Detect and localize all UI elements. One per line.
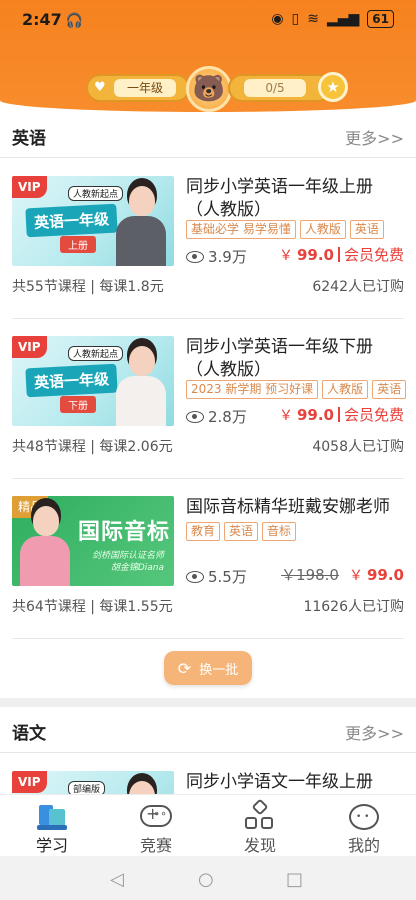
course-tags: 基础必学 易学易懂 人教版 英语 [186,220,412,239]
nav-item-contest[interactable]: 竞赛 [104,795,208,856]
view-count: 5.5万 [186,566,247,587]
lesson-info: 共48节课程 | 每课2.06元 [12,439,173,455]
member-free-label: 会员免费 [343,246,404,264]
books-icon [37,801,67,830]
signal-icon: ▂▄▆ [326,11,360,27]
status-bar: 2:47 🎧 ◉ ▯ ≋ ▂▄▆ 61 [0,0,416,40]
course-card[interactable]: VIP 人教新起点 英语一年级 上册 同步小学英语一年级上册（人教版） 基础必学… [0,176,416,318]
header: 2:47 🎧 ◉ ▯ ≋ ▂▄▆ 61 ♥ 一年级 🐻 0/5 ★ [0,0,416,112]
teacher-photo [112,344,170,426]
teacher-photo [16,504,74,586]
thumbnail-volume: 下册 [60,396,96,413]
wifi-icon: ≋ [307,11,319,27]
thumbnail-headline: 英语一年级 [25,203,118,238]
app-screen: 2:47🎧 ◉ ▯ ≋ ▂▄▆ 61 ♥ 一年级 🐻 0/5 ★ 英语 更多> [0,0,416,900]
tag-chip: 人教版 [299,220,346,239]
bear-profile-icon [347,801,381,830]
course-title[interactable]: 同步小学英语一年级上册（人教版） [186,176,406,222]
divider [12,638,404,639]
member-free-label: 会员免费 [343,406,404,424]
bottom-nav: 学习 竞赛 发现 我的 [0,794,416,856]
eye-comfort-icon: ◉ [271,11,284,27]
course-thumbnail[interactable]: VIP 人教新起点 英语一年级 下册 [12,336,174,426]
vibrate-icon: ▯ [291,11,300,27]
view-count: 3.9万 [186,246,247,267]
grade-selector[interactable]: ♥ 一年级 [86,74,190,102]
course-title[interactable]: 国际音标精华班戴安娜老师 [186,496,406,519]
status-icons: ◉ ▯ ≋ ▂▄▆ 61 [271,10,394,28]
subscriber-count: 11626人已订购 [303,599,404,615]
section-title: 语文 [12,724,46,744]
course-thumbnail[interactable]: 精品 国际音标 剑桥国际认证名师 胡金锦Diana [12,496,174,586]
tag-chip: 人教版 [322,380,369,399]
system-navigation-bar: ◁ ○ □ [0,856,416,900]
tag-chip: 音标 [262,522,297,541]
vip-badge: VIP [12,176,47,198]
course-card[interactable]: 精品 国际音标 剑桥国际认证名师 胡金锦Diana 国际音标精华班戴安娜老师 教育… [0,496,416,638]
view-count: 2.8万 [186,406,247,427]
section-spacer [0,698,416,707]
divider [12,478,404,479]
status-time: 2:47 🎧 [22,10,83,29]
lesson-info: 共55节课程 | 每课1.8元 [12,279,164,295]
eye-icon [186,570,204,583]
course-title[interactable]: 同步小学英语一年级下册（人教版） [186,336,406,382]
headphones-icon: 🎧 [65,13,84,29]
discover-grid-icon [245,798,275,830]
mascot-avatar-icon[interactable]: 🐻 [186,66,232,112]
nav-item-study[interactable]: 学习 [0,795,104,856]
price: ￥198.0 ￥ 99.0 [281,565,404,585]
clock-text: 2:47 [22,10,62,29]
gamepad-icon [139,801,173,830]
tag-chip: 英语 [349,220,384,239]
battery-icon: 61 [367,10,394,28]
back-icon[interactable]: ◁ [110,869,124,890]
lesson-info: 共64节课程 | 每课1.55元 [12,599,173,615]
progress-label: 0/5 [244,79,306,97]
course-card[interactable]: VIP 人教新起点 英语一年级 下册 同步小学英语一年级下册（人教版） 2023… [0,336,416,478]
tag-chip: 英语 [372,380,407,399]
refresh-icon: ⟳ [177,658,192,678]
divider [12,318,404,319]
section-title: 英语 [12,129,46,149]
nav-item-discover[interactable]: 发现 [208,795,312,856]
vip-badge: VIP [12,336,47,358]
thumbnail-caption: 剑桥国际认证名师 胡金锦Diana [91,551,164,573]
tag-chip: 2023 新学期 预习好课 [186,380,319,399]
vip-badge: VIP [12,771,47,793]
teacher-photo [112,184,170,266]
course-tags: 2023 新学期 预习好课 人教版 英语 [186,380,412,399]
eye-icon [186,410,204,423]
recents-icon[interactable]: □ [286,869,303,890]
tag-chip: 教育 [186,522,221,541]
section-header-chinese: 语文 更多>> [0,707,416,753]
refresh-batch-button[interactable]: ⟳ 换一批 [164,651,252,685]
eye-icon [186,250,204,263]
price: ￥ 99.0 会员免费 [278,405,404,425]
original-price: ￥198.0 [281,566,339,584]
nav-item-me[interactable]: 我的 [312,795,416,856]
more-link[interactable]: 更多>> [345,720,404,744]
grade-label: 一年级 [114,79,176,97]
level-bar[interactable]: ♥ 一年级 🐻 0/5 ★ [0,66,416,112]
subscriber-count: 4058人已订购 [312,439,404,455]
subscriber-count: 6242人已订购 [312,279,404,295]
thumbnail-headline: 国际音标 [77,520,170,545]
tag-chip: 英语 [224,522,259,541]
home-icon[interactable]: ○ [198,869,214,890]
heart-icon: ♥ [94,80,106,95]
progress-pill: 0/5 [228,74,332,102]
course-thumbnail[interactable]: VIP 人教新起点 英语一年级 上册 [12,176,174,266]
more-link[interactable]: 更多>> [345,125,404,149]
course-tags: 教育 英语 音标 [186,522,412,541]
thumbnail-volume: 上册 [60,236,96,253]
tag-chip: 基础必学 易学易懂 [186,220,296,239]
thumbnail-headline: 英语一年级 [25,363,118,398]
medal-icon[interactable]: ★ [318,72,348,102]
section-header-english: 英语 更多>> [0,112,416,158]
price: ￥ 99.0 会员免费 [278,245,404,265]
